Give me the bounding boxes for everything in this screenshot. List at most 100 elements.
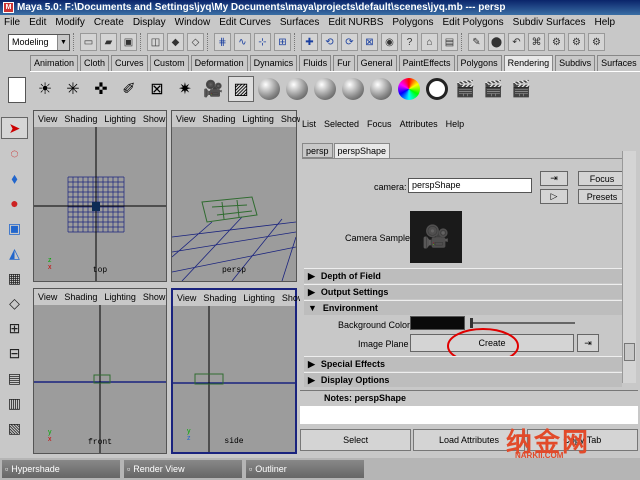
anisotropic-material-icon[interactable] [368,76,394,102]
menu-lighting[interactable]: Lighting [243,293,275,303]
chevron-down-icon[interactable]: ▼ [57,34,69,50]
shelf-tab-fluids[interactable]: Fluids [299,55,332,71]
more-tools-icon[interactable]: ⚙ [568,33,585,51]
toggle-icon[interactable]: ⚙ [588,33,605,51]
channel-box-icon[interactable]: ? [401,33,418,51]
focus-button[interactable]: Focus [578,171,626,186]
menu-create[interactable]: Create [94,17,124,28]
section-display-options[interactable]: ▶ Display Options [304,372,622,387]
four-view-layout-icon[interactable]: ⊞ [1,317,28,339]
shelf-tab-animation[interactable]: Animation [30,55,79,71]
shelf-tab-polygons[interactable]: Polygons [456,55,502,71]
section-depth-of-field[interactable]: ▶ Depth of Field [304,268,622,283]
undo-icon[interactable]: ↶ [508,33,525,51]
spot-light-icon[interactable]: ✐ [116,76,142,102]
shelf-tab-subdivs[interactable]: Subdivs [555,55,596,71]
single-perspective-layout-icon[interactable]: ◇ [1,292,28,314]
snap-plane-icon[interactable]: ⊞ [274,33,291,51]
directional-light-icon[interactable]: ✳ [60,76,86,102]
menu-edit-curves[interactable]: Edit Curves [219,17,271,28]
section-special-effects[interactable]: ▶ Special Effects [304,356,622,371]
render-globals-icon[interactable]: ⊠ [361,33,378,51]
show-manipulator-icon[interactable]: ◉ [381,33,398,51]
menu-surfaces[interactable]: Surfaces [280,17,319,28]
menu-shading[interactable]: Shading [202,114,235,124]
two-panes-layout-icon[interactable]: ⊟ [1,342,28,364]
image-plane-link-icon[interactable]: ⇥ [577,334,599,352]
menu-lighting[interactable]: Lighting [104,114,136,124]
menu-view[interactable]: View [176,114,195,124]
ramp-shader-icon[interactable] [396,76,422,102]
menu-view[interactable]: View [38,292,57,302]
phong-material-icon[interactable] [312,76,338,102]
render-layer-icon[interactable]: ▨ [228,75,254,102]
menu-show[interactable]: Show [143,114,166,124]
viewport-top[interactable]: View Shading Lighting Show zx top [33,110,167,282]
menu-edit[interactable]: Edit [29,17,46,28]
chain-icon[interactable]: ⌘ [528,33,545,51]
viewport-canvas[interactable]: zx top [34,127,166,281]
menu-shading[interactable]: Shading [203,293,236,303]
shelf-menu-icon[interactable] [8,77,26,103]
tools-icon[interactable]: ⚙ [548,33,565,51]
rotate-tool-icon[interactable]: ● [1,192,28,214]
scrollbar[interactable] [622,151,636,383]
hypershade-layout-icon[interactable]: ▧ [1,417,28,439]
menu-edit-polygons[interactable]: Edit Polygons [443,17,504,28]
select-button[interactable]: Select [300,429,412,451]
menu-edit-nurbs[interactable]: Edit NURBS [328,17,383,28]
select-hierarchy-icon[interactable]: ◫ [147,33,164,51]
viewport-canvas[interactable]: yz side [173,306,295,452]
persp-outliner-layout-icon[interactable]: ▤ [1,367,28,389]
render-view-window[interactable]: ▫ Render View [124,460,242,478]
menu-window[interactable]: Window [175,17,211,28]
snap-point-icon[interactable]: ⊹ [254,33,271,51]
shelf-tab-dynamics[interactable]: Dynamics [249,55,298,71]
move-tool-icon[interactable]: ⬧ [1,167,28,189]
background-color-slider[interactable] [470,322,575,324]
menu-lighting[interactable]: Lighting [104,292,136,302]
section-environment[interactable]: ▼ Environment [304,300,622,315]
snap-grid-icon[interactable]: ⋕ [214,33,231,51]
phonge-material-icon[interactable] [340,76,366,102]
shelf-tab-deformation[interactable]: Deformation [190,55,248,71]
menu-display[interactable]: Display [133,17,166,28]
focus-arrow-icon[interactable]: ⇥ [540,171,568,186]
shelf-tab-painteffects[interactable]: PaintEffects [398,55,455,71]
shelf-tab-curves[interactable]: Curves [111,55,148,71]
menu-show[interactable]: Show [143,292,166,302]
menu-subdiv-surfaces[interactable]: Subdiv Surfaces [513,17,586,28]
menu-selected[interactable]: Selected [324,119,359,129]
surface-shader-icon[interactable] [424,76,450,102]
open-scene-icon[interactable]: ▰ [100,33,117,51]
select-object-icon[interactable]: ◆ [167,33,184,51]
menu-lighting[interactable]: Lighting [242,114,274,124]
menu-help[interactable]: Help [446,119,465,129]
menu-modify[interactable]: Modify [55,17,84,28]
shelf-tab-rendering[interactable]: Rendering [503,55,554,71]
viewport-persp[interactable]: View Shading Lighting Show persp [171,110,303,282]
viewport-side[interactable]: View Shading Lighting Show yz side [171,288,304,454]
shelf-tab-fur[interactable]: Fur [333,55,355,71]
paint-icon[interactable]: ✎ [468,33,485,51]
mode-select[interactable]: Modeling ▼ [8,33,70,51]
tab-perspshape[interactable]: perspShape [333,143,391,158]
ipr-icon[interactable]: ⟳ [341,33,358,51]
shelf-tab-custom[interactable]: Custom [149,55,189,71]
batch-render-icon[interactable]: 🎬 [508,76,534,102]
save-scene-icon[interactable]: ▣ [120,33,137,51]
notes-area[interactable]: Notes: perspShape [300,390,638,424]
menu-shading[interactable]: Shading [64,114,97,124]
hypershade-window[interactable]: ▫ Hypershade [2,460,120,478]
camera-icon[interactable]: 🎥 [200,76,226,102]
shelf-tab-general[interactable]: General [356,55,397,71]
tab-persp[interactable]: persp [302,143,333,158]
menu-file[interactable]: File [4,17,20,28]
persp-graph-layout-icon[interactable]: ▥ [1,392,28,414]
menu-view[interactable]: View [38,114,57,124]
scrollbar-thumb[interactable] [624,343,635,361]
viewport-front[interactable]: View Shading Lighting Show yx front [33,288,167,454]
point-light-icon[interactable]: ✜ [88,76,114,102]
history-icon[interactable]: ✚ [301,33,318,51]
select-component-icon[interactable]: ◇ [187,33,204,51]
